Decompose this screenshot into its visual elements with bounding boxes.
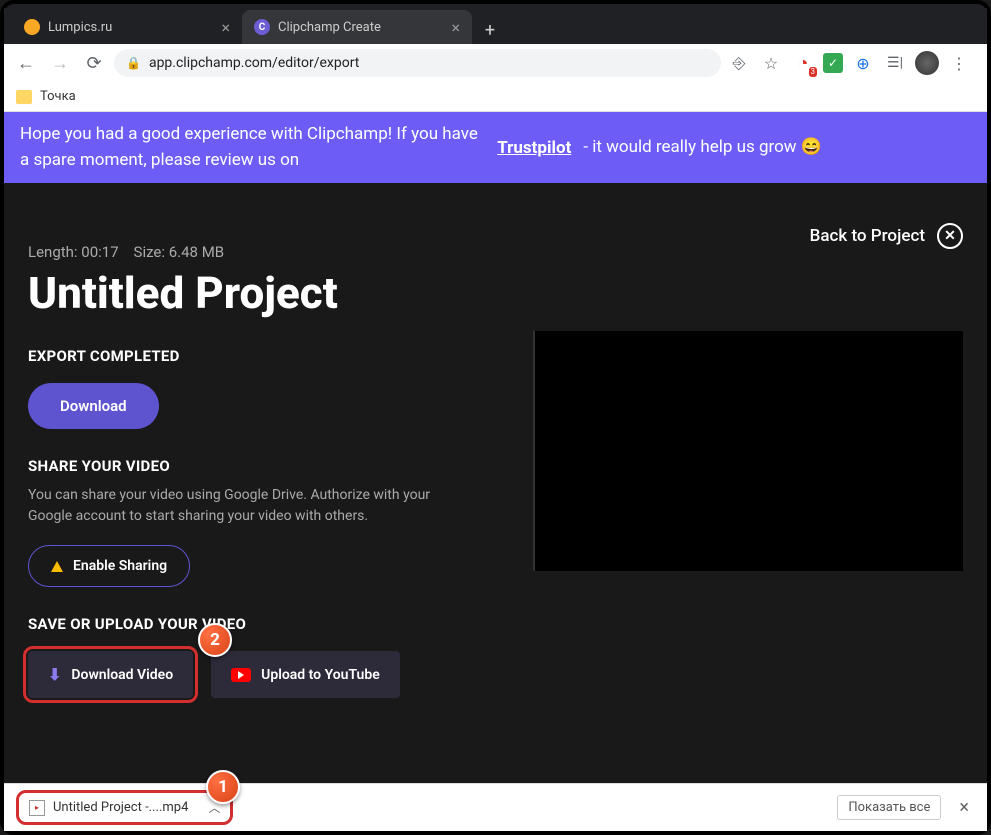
close-icon[interactable]: ✕ bbox=[937, 223, 963, 249]
download-filename: Untitled Project -....mp4 bbox=[53, 800, 188, 815]
tab-lumpics[interactable]: Lumpics.ru × bbox=[12, 10, 242, 44]
downloads-bar: 1 ▸ Untitled Project -....mp4 ︿ Показать… bbox=[4, 783, 987, 831]
globe-icon[interactable]: ⊕ bbox=[851, 51, 875, 75]
new-tab-button[interactable]: + bbox=[476, 16, 504, 44]
project-title: Untitled Project bbox=[28, 267, 963, 319]
extension-badge: 3 bbox=[809, 67, 818, 77]
bookmarks-bar: Точка bbox=[4, 82, 987, 112]
export-page: Back to Project ✕ Length: 00:17 Size: 6.… bbox=[4, 183, 987, 783]
translate-icon[interactable]: ⎆ bbox=[727, 51, 751, 75]
profile-avatar[interactable] bbox=[915, 51, 939, 75]
highlight-annotation: ⬇ Download Video bbox=[23, 646, 198, 703]
bookmark-item[interactable]: Точка bbox=[40, 89, 76, 104]
reading-list-icon[interactable]: ☰| bbox=[883, 51, 907, 75]
address-bar[interactable]: 🔒 app.clipchamp.com/editor/export bbox=[114, 49, 721, 77]
review-banner: Hope you had a good experience with Clip… bbox=[4, 112, 987, 183]
extension-icon[interactable]: ◔ 3 bbox=[791, 51, 815, 75]
save-upload-label: SAVE OR UPLOAD YOUR VIDEO bbox=[28, 615, 963, 633]
trustpilot-link[interactable]: Trustpilot bbox=[497, 138, 571, 158]
checkmark-extension-icon[interactable]: ✓ bbox=[823, 53, 843, 73]
download-video-button[interactable]: ⬇ Download Video bbox=[28, 651, 193, 698]
bookmark-star-icon[interactable]: ☆ bbox=[759, 51, 783, 75]
google-drive-icon bbox=[51, 561, 63, 572]
video-preview[interactable] bbox=[533, 331, 963, 571]
lock-icon: 🔒 bbox=[126, 56, 141, 70]
tab-title: Lumpics.ru bbox=[48, 20, 112, 35]
lumpics-favicon bbox=[24, 19, 40, 35]
banner-text-left: Hope you had a good experience with Clip… bbox=[20, 122, 485, 173]
clipchamp-favicon: C bbox=[254, 19, 270, 35]
annotation-badge-1: 1 bbox=[206, 770, 240, 804]
share-description: You can share your video using Google Dr… bbox=[28, 485, 448, 527]
tab-title: Clipchamp Create bbox=[278, 20, 381, 35]
upload-youtube-button[interactable]: Upload to YouTube bbox=[211, 651, 400, 698]
forward-button[interactable]: → bbox=[46, 49, 74, 77]
back-button[interactable]: ← bbox=[12, 49, 40, 77]
back-to-project-link[interactable]: Back to Project bbox=[810, 226, 925, 246]
folder-icon bbox=[16, 90, 32, 104]
tab-clipchamp[interactable]: C Clipchamp Create × bbox=[242, 10, 472, 44]
close-downloads-bar-button[interactable]: × bbox=[953, 797, 975, 818]
close-tab-icon[interactable]: × bbox=[451, 18, 460, 37]
youtube-icon bbox=[231, 668, 251, 682]
close-tab-icon[interactable]: × bbox=[221, 18, 230, 37]
menu-icon[interactable]: ⋮ bbox=[947, 51, 971, 75]
browser-toolbar: ← → ⟳ 🔒 app.clipchamp.com/editor/export … bbox=[4, 44, 987, 82]
annotation-badge-2: 2 bbox=[198, 623, 232, 657]
enable-sharing-button[interactable]: Enable Sharing bbox=[28, 545, 190, 587]
download-icon: ⬇ bbox=[48, 665, 61, 684]
download-button[interactable]: Download bbox=[28, 383, 159, 429]
file-icon: ▸ bbox=[29, 800, 45, 816]
show-all-downloads-button[interactable]: Показать все bbox=[837, 795, 941, 820]
browser-tabs: Lumpics.ru × C Clipchamp Create × + bbox=[4, 8, 987, 44]
url-text: app.clipchamp.com/editor/export bbox=[149, 55, 359, 71]
download-item[interactable]: ▸ Untitled Project -....mp4 ︿ bbox=[16, 790, 233, 825]
reload-button[interactable]: ⟳ bbox=[80, 49, 108, 77]
banner-text-right: - it would really help us grow 😄 bbox=[583, 135, 971, 161]
